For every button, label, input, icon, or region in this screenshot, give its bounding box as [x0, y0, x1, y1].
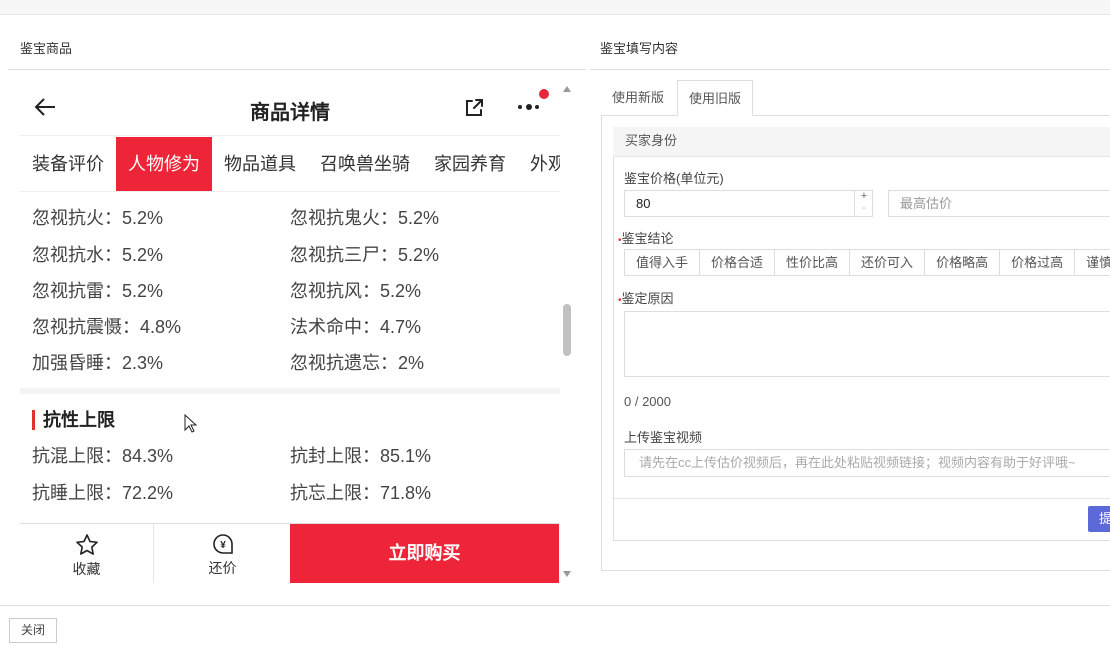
tab-equipment[interactable]: 装备评价: [20, 137, 116, 191]
max-price-input[interactable]: 最高估价: [888, 190, 1110, 217]
scroll-down-icon[interactable]: [563, 571, 571, 577]
conclusion-label: 鉴宝结论: [621, 231, 674, 246]
product-detail-phone: 商品详情 装备评价 人物修为 物品道具 召唤兽坐骑 家园养育 外观 忽视抗火：5…: [20, 80, 560, 583]
right-panel-title: 鉴宝填写内容: [600, 41, 679, 56]
stat-item: 忽视抗火：5.2%: [32, 208, 164, 228]
price-label: 鉴宝价格(单位元): [624, 171, 724, 186]
char-counter: 0 / 2000: [624, 394, 671, 409]
stat-item: 加强昏睡：2.3%: [32, 353, 164, 373]
bottom-action-bar: 收藏 ¥ 还价 立即购买: [20, 523, 560, 583]
category-tabs: 装备评价 人物修为 物品道具 召唤兽坐骑 家园养育 外观: [20, 137, 560, 192]
stat-item: 忽视抗遗忘：2%: [290, 353, 425, 373]
reason-label: 鉴定原因: [621, 291, 674, 306]
buy-now-button[interactable]: 立即购买: [290, 524, 559, 583]
option-worth-buying[interactable]: 值得入手: [624, 249, 701, 276]
limit-item: 抗混上限：84.3%: [32, 446, 174, 466]
tab-home[interactable]: 家园养育: [422, 137, 518, 191]
buyer-identity-header: 买家身份: [613, 127, 1110, 157]
top-band: [0, 0, 1110, 15]
tab-old-version[interactable]: 使用旧版: [677, 80, 754, 116]
tab-items[interactable]: 物品道具: [212, 137, 308, 191]
tab-pets[interactable]: 召唤兽坐骑: [308, 137, 422, 191]
stat-item: 忽视抗鬼火：5.2%: [290, 208, 440, 228]
submit-button[interactable]: 提: [1088, 506, 1110, 532]
reason-textarea[interactable]: [624, 311, 1110, 377]
favorite-label: 收藏: [72, 561, 101, 577]
svg-text:¥: ¥: [220, 540, 226, 551]
video-link-input[interactable]: 请先在cc上传估价视频后，再在此处粘贴视频链接；视频内容有助于好评哦~: [624, 449, 1110, 477]
section-divider: [20, 388, 560, 394]
stat-item: 忽视抗风：5.2%: [290, 281, 422, 301]
limit-item: 抗睡上限：72.2%: [32, 483, 174, 503]
limit-item: 抗封上限：85.1%: [290, 446, 432, 466]
favorite-button[interactable]: 收藏: [20, 524, 154, 583]
price-stepper[interactable]: + -: [854, 190, 873, 217]
option-cautious[interactable]: 谨慎购: [1074, 249, 1110, 276]
close-button[interactable]: 关闭: [9, 618, 57, 643]
stat-item: 忽视抗水：5.2%: [32, 245, 164, 265]
more-icon[interactable]: [516, 88, 550, 114]
share-icon[interactable]: [463, 97, 485, 119]
bargain-label: 还价: [208, 560, 237, 576]
conclusion-options: 值得入手 价格合适 性价比高 还价可入 价格略高 价格过高 谨慎购: [624, 249, 1110, 276]
video-label: 上传鉴宝视频: [624, 430, 703, 445]
price-input[interactable]: 80: [624, 190, 873, 217]
mouse-cursor-icon: [184, 414, 198, 433]
option-slightly-high[interactable]: 价格略高: [924, 249, 1001, 276]
stat-item: 忽视抗震慑：4.8%: [32, 317, 182, 337]
option-too-high[interactable]: 价格过高: [999, 249, 1076, 276]
limit-item: 抗忘上限：71.8%: [290, 483, 432, 503]
left-panel-title: 鉴宝商品: [20, 41, 73, 56]
tab-appearance[interactable]: 外观: [518, 137, 560, 191]
tab-character[interactable]: 人物修为: [116, 137, 212, 191]
tab-new-version[interactable]: 使用新版: [601, 80, 675, 116]
yuan-bubble-icon: ¥: [212, 534, 233, 554]
option-good-value[interactable]: 性价比高: [774, 249, 851, 276]
star-icon: [75, 534, 98, 555]
option-bargain-ok[interactable]: 还价可入: [849, 249, 926, 276]
option-fair-price[interactable]: 价格合适: [699, 249, 776, 276]
stat-item: 法术命中：4.7%: [290, 317, 422, 337]
section-title: 抗性上限: [32, 410, 115, 430]
stat-item: 忽视抗雷：5.2%: [32, 281, 164, 301]
phone-header: 商品详情: [20, 80, 560, 136]
bargain-button[interactable]: ¥ 还价: [155, 524, 290, 583]
stat-item: 忽视抗三尸：5.2%: [290, 245, 440, 265]
scrollbar-thumb[interactable]: [563, 304, 571, 356]
scroll-up-icon[interactable]: [563, 86, 571, 92]
